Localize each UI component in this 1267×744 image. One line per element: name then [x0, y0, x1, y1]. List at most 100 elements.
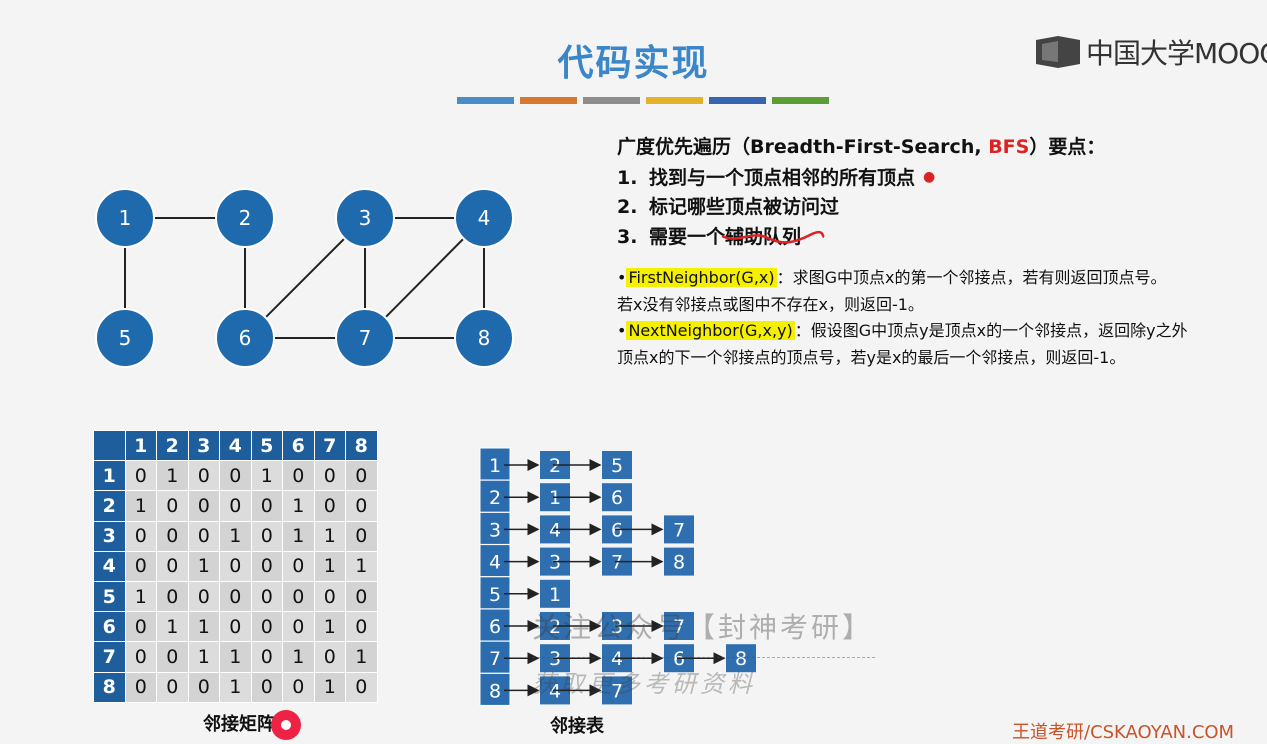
matrix-column-header: 7: [313, 429, 346, 462]
matrix-cell: 1: [187, 611, 220, 643]
matrix-cell: 0: [156, 550, 189, 582]
matrix-corner: [93, 429, 126, 462]
title-stripe: [772, 97, 829, 104]
matrix-cell: 1: [156, 460, 189, 492]
red-underline-annotation: [721, 230, 825, 244]
graph-vertex-7: 7: [335, 308, 395, 368]
list-node-label: 1: [549, 584, 561, 606]
next-neighbor-def-cont: 顶点x的下一个邻接点的顶点号，若y是x的最后一个邻接点，则返回-1。: [617, 347, 1126, 367]
matrix-cell: 0: [156, 490, 189, 522]
bfs-point-number: 2.: [617, 196, 638, 218]
list-head-label: 6: [489, 616, 501, 638]
matrix-cell: 0: [187, 671, 220, 703]
list-head-label: 7: [489, 648, 501, 670]
graph-vertex-3: 3: [335, 188, 395, 248]
matrix-row-header: 6: [93, 611, 126, 643]
bfs-heading: 广度优先遍历（Breadth-First-Search, BFS）要点：: [617, 132, 1257, 162]
list-node-8: 8: [664, 547, 694, 576]
matrix-cell: 1: [345, 641, 378, 673]
matrix-cell: 0: [124, 520, 157, 552]
vertex-label: 8: [478, 326, 491, 350]
bfs-point-text: 找到与一个顶点相邻的所有顶点: [649, 167, 916, 189]
list-head-1: 1: [479, 447, 511, 481]
matrix-cell: 0: [219, 490, 252, 522]
matrix-cell: 1: [282, 641, 315, 673]
title-stripe: [457, 97, 514, 104]
matrix-cell: 0: [187, 490, 220, 522]
record-indicator-icon: [271, 710, 301, 740]
next-neighbor-name: NextNeighbor(G,x,y): [626, 321, 795, 340]
title-color-stripes: [457, 97, 829, 104]
bfs-point-number: 3.: [617, 226, 638, 248]
matrix-cell: 0: [124, 671, 157, 703]
matrix-row-header: 8: [93, 671, 126, 703]
vertex-label: 6: [239, 326, 252, 350]
list-node-label: 8: [673, 552, 685, 574]
matrix-cell: 0: [250, 550, 283, 582]
matrix-cell: 1: [124, 580, 157, 613]
list-head-label: 5: [489, 584, 501, 606]
list-head-8: 8: [479, 672, 511, 706]
list-node-label: 6: [611, 519, 623, 541]
watermark-line-1: 关注公众号【封神考研】: [532, 611, 874, 644]
red-dot-marker: ●: [923, 169, 936, 185]
title-stripe: [646, 97, 703, 104]
bfs-point-text: 需要一个: [649, 226, 726, 248]
list-head-7: 7: [479, 640, 511, 674]
matrix-cell: 0: [219, 580, 252, 613]
matrix-cell: 0: [187, 580, 220, 613]
matrix-cell: 0: [313, 460, 346, 492]
matrix-cell: 0: [124, 611, 157, 643]
matrix-cell: 0: [345, 460, 378, 492]
matrix-row: 210000100: [93, 490, 378, 522]
graph-vertex-8: 8: [454, 308, 514, 368]
matrix-cell: 0: [250, 580, 283, 613]
list-head-6: 6: [479, 608, 511, 642]
matrix-cell: 0: [313, 641, 346, 673]
list-head-label: 8: [489, 680, 501, 702]
matrix-row: 510000000: [93, 580, 378, 613]
vertex-label: 2: [239, 206, 252, 230]
matrix-column-header: 2: [156, 429, 189, 462]
matrix-row-header: 3: [93, 520, 126, 552]
matrix-cell: 0: [219, 460, 252, 492]
list-node-label: 7: [611, 552, 623, 574]
matrix-cell: 1: [313, 520, 346, 552]
matrix-cell: 1: [313, 611, 346, 643]
matrix-column-header: 1: [124, 429, 157, 462]
list-head-5: 5: [479, 576, 511, 610]
matrix-column-header: 6: [282, 429, 315, 462]
title-stripe: [520, 97, 577, 104]
matrix-row-header: 4: [93, 550, 126, 582]
matrix-cell: 0: [282, 611, 315, 643]
matrix-cell: 0: [219, 611, 252, 643]
matrix-cell: 0: [250, 520, 283, 552]
matrix-row-header: 7: [93, 641, 126, 673]
list-head-label: 3: [489, 519, 501, 541]
matrix-cell: 1: [345, 550, 378, 582]
matrix-row: 800010010: [93, 671, 378, 703]
bfs-heading-suffix: ）要点：: [1029, 136, 1106, 158]
matrix-cell: 1: [282, 520, 315, 552]
matrix-cell: 1: [124, 490, 157, 522]
matrix-cell: 0: [187, 520, 220, 552]
matrix-cell: 0: [219, 550, 252, 582]
matrix-cell: 0: [156, 580, 189, 613]
logo-text: 中国大学MOOC: [1086, 37, 1267, 70]
list-node-label: 5: [611, 455, 623, 477]
matrix-cell: 0: [187, 460, 220, 492]
bfs-point-number: 1.: [617, 167, 638, 189]
function-definitions: • FirstNeighbor(G,x) ：求图G中顶点x的第一个邻接点，若有则返回…: [617, 265, 1257, 371]
matrix-cell: 1: [187, 641, 220, 673]
matrix-cell: 0: [345, 671, 378, 703]
list-node-label: 3: [549, 552, 561, 574]
list-node-label: 2: [549, 455, 561, 477]
list-head-4: 4: [479, 544, 511, 578]
matrix-cell: 1: [250, 460, 283, 492]
matrix-row-header: 5: [93, 580, 126, 613]
matrix-cell: 0: [282, 550, 315, 582]
bfs-point-text: 标记哪些顶点被访问过: [649, 196, 840, 218]
next-neighbor-desc: ：假设图G中顶点y是顶点x的一个邻接点，返回除y之外: [794, 321, 1188, 340]
matrix-cell: 0: [156, 641, 189, 673]
list-head-3: 3: [479, 511, 511, 545]
